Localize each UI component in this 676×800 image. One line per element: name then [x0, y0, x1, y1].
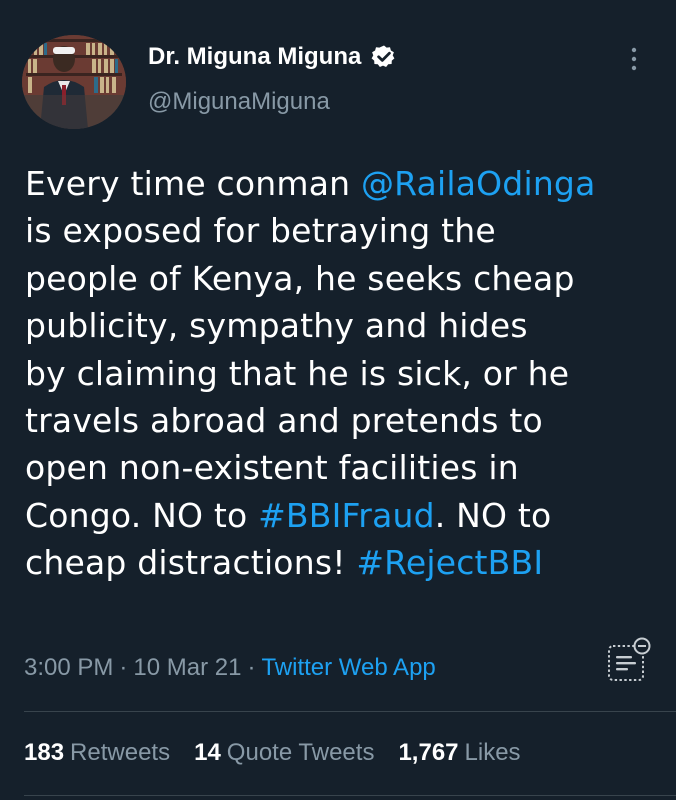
likes-count: 1,767 [398, 739, 459, 766]
divider [24, 795, 676, 796]
tweet-time[interactable]: 3:00 PM [24, 654, 113, 682]
tweet-card: Dr. Miguna Miguna @MigunaMiguna Every ti… [0, 0, 676, 800]
tweet-text-line: cheap distractions! #RejectBBI [25, 539, 665, 586]
user-handle[interactable]: @MigunaMiguna [148, 88, 330, 116]
tweet-text: Every time conman @RailaOdinga is exposed… [25, 160, 665, 587]
tweet-text-segment: cheap distractions! [25, 543, 357, 583]
tweet-meta: 3:00 PM · 10 Mar 21 · Twitter Web App [24, 654, 436, 682]
tweet-text-line: by claiming that he is sick, or he [25, 350, 665, 397]
retweets-label: Retweets [70, 739, 171, 766]
tweet-text-segment: people of Kenya, he seeks cheap [25, 258, 575, 298]
tweet-stats: 183 Retweets 14 Quote Tweets 1,767 Likes [24, 739, 545, 767]
tweet-text-line: Every time conman @RailaOdinga [25, 160, 665, 207]
retweets-count: 183 [24, 739, 65, 766]
tweet-source-link[interactable]: Twitter Web App [261, 654, 435, 682]
mention-link[interactable]: @RailaOdinga [361, 164, 596, 203]
display-name-row: Dr. Miguna Miguna [148, 41, 397, 73]
tweet-text-line: people of Kenya, he seeks cheap [25, 255, 665, 302]
tweet-text-line: is exposed for betraying the [25, 207, 665, 254]
verified-badge-icon [371, 44, 397, 70]
tweet-text-segment: open non-existent facilities in [25, 448, 519, 488]
tweet-text-line: travels abroad and pretends to [25, 397, 665, 444]
tweet-text-line: Congo. NO to #BBIFraud. NO to [25, 492, 665, 539]
likes-stat[interactable]: 1,767 Likes [398, 739, 520, 767]
quote-tweets-stat[interactable]: 14 Quote Tweets [194, 739, 374, 767]
tweet-text-segment: travels abroad and pretends to [25, 401, 543, 441]
tweet-text-segment: publicity, sympathy and hides [25, 306, 528, 346]
more-vertical-icon[interactable] [624, 43, 644, 79]
tweet-text-line: publicity, sympathy and hides [25, 302, 665, 349]
profile-photo-icon [22, 35, 126, 129]
quote-tweets-count: 14 [194, 739, 221, 766]
meta-separator: · [119, 654, 128, 681]
tweet-text-line: open non-existent facilities in [25, 444, 665, 491]
hashtag-link[interactable]: #RejectBBI [356, 543, 543, 582]
quote-tweets-label: Quote Tweets [226, 739, 375, 766]
tweet-text-segment: Every time conman [25, 164, 361, 203]
meta-separator: · [247, 654, 256, 681]
avatar[interactable] [22, 35, 126, 129]
hashtag-link[interactable]: #BBIFraud [258, 496, 435, 535]
likes-label: Likes [464, 739, 521, 766]
tweet-text-segment: is exposed for betraying the [25, 211, 496, 251]
tweet-text-segment: by claiming that he is sick, or he [25, 353, 570, 393]
retweets-stat[interactable]: 183 Retweets [24, 739, 170, 767]
tweet-text-segment: . NO to [434, 495, 552, 535]
display-name[interactable]: Dr. Miguna Miguna [148, 43, 361, 71]
view-tweet-activity-icon[interactable] [604, 634, 654, 686]
divider [24, 711, 676, 712]
tweet-date[interactable]: 10 Mar 21 [133, 654, 241, 682]
tweet-text-segment: Congo. NO to [25, 495, 259, 535]
